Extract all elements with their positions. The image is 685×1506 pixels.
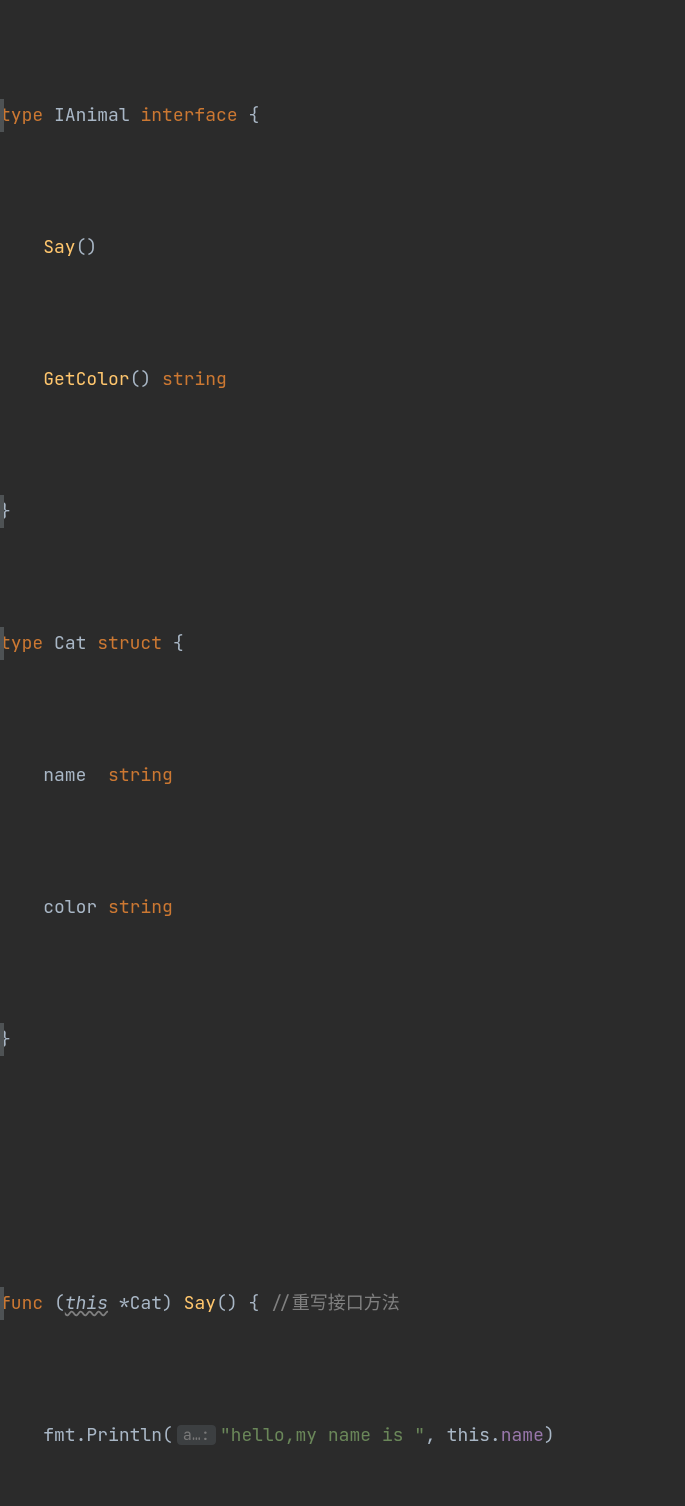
gutter-marker	[0, 1287, 4, 1320]
comment: //重写接口方法	[270, 1292, 400, 1315]
code-line[interactable]	[0, 1155, 685, 1188]
gutter-marker	[0, 627, 4, 660]
brace-open: {	[173, 632, 184, 655]
code-line[interactable]: }	[0, 1023, 685, 1056]
keyword-type: type	[0, 104, 43, 127]
keyword-interface: interface	[140, 104, 237, 127]
gutter-marker	[0, 1023, 4, 1056]
type-name: Cat	[54, 632, 86, 655]
brace-open: {	[249, 1292, 260, 1315]
parens: ()	[130, 368, 152, 391]
gutter-marker	[0, 495, 4, 528]
field-name: color	[43, 896, 97, 919]
code-editor[interactable]: type IAnimal interface { Say() GetColor(…	[0, 0, 685, 1506]
brace-open: {	[248, 104, 259, 127]
return-type: string	[162, 368, 227, 391]
code-line[interactable]: func (this *Cat) Say() { //重写接口方法	[0, 1287, 685, 1320]
code-line[interactable]: Say()	[0, 231, 685, 264]
comma: ,	[425, 1424, 447, 1447]
paren-open: (	[162, 1424, 173, 1447]
field-type: string	[108, 896, 173, 919]
field-type: string	[108, 764, 173, 787]
paren-open: (	[54, 1292, 65, 1315]
string-literal: "hello,my name is "	[220, 1424, 425, 1447]
code-line[interactable]: name string	[0, 759, 685, 792]
dot: .	[490, 1424, 501, 1447]
code-line[interactable]: fmt.Println(a…:"hello,my name is ", this…	[0, 1419, 685, 1452]
func-call: Println	[86, 1424, 162, 1447]
gutter-marker	[0, 99, 4, 132]
method-name: GetColor	[43, 368, 129, 391]
dot: .	[76, 1424, 87, 1447]
paren-close: )	[162, 1292, 173, 1315]
code-line[interactable]: type IAnimal interface {	[0, 99, 685, 132]
code-line[interactable]: GetColor() string	[0, 363, 685, 396]
receiver-this: this	[65, 1292, 108, 1315]
keyword-func: func	[0, 1292, 43, 1315]
field-ref: name	[501, 1424, 544, 1447]
type-name: IAnimal	[54, 104, 130, 127]
parens: ()	[216, 1292, 238, 1315]
paren-close: )	[544, 1424, 555, 1447]
parens: ()	[76, 236, 98, 259]
identifier-this: this	[447, 1424, 490, 1447]
receiver-type: *Cat	[119, 1292, 162, 1315]
field-name: name	[43, 764, 86, 787]
keyword-struct: struct	[97, 632, 162, 655]
package-name: fmt	[43, 1424, 75, 1447]
code-line[interactable]: type Cat struct {	[0, 627, 685, 660]
inlay-hint: a…:	[177, 1425, 216, 1445]
method-name: Say	[184, 1292, 216, 1315]
keyword-type: type	[0, 632, 43, 655]
method-name: Say	[43, 236, 75, 259]
code-line[interactable]: color string	[0, 891, 685, 924]
code-line[interactable]: }	[0, 495, 685, 528]
